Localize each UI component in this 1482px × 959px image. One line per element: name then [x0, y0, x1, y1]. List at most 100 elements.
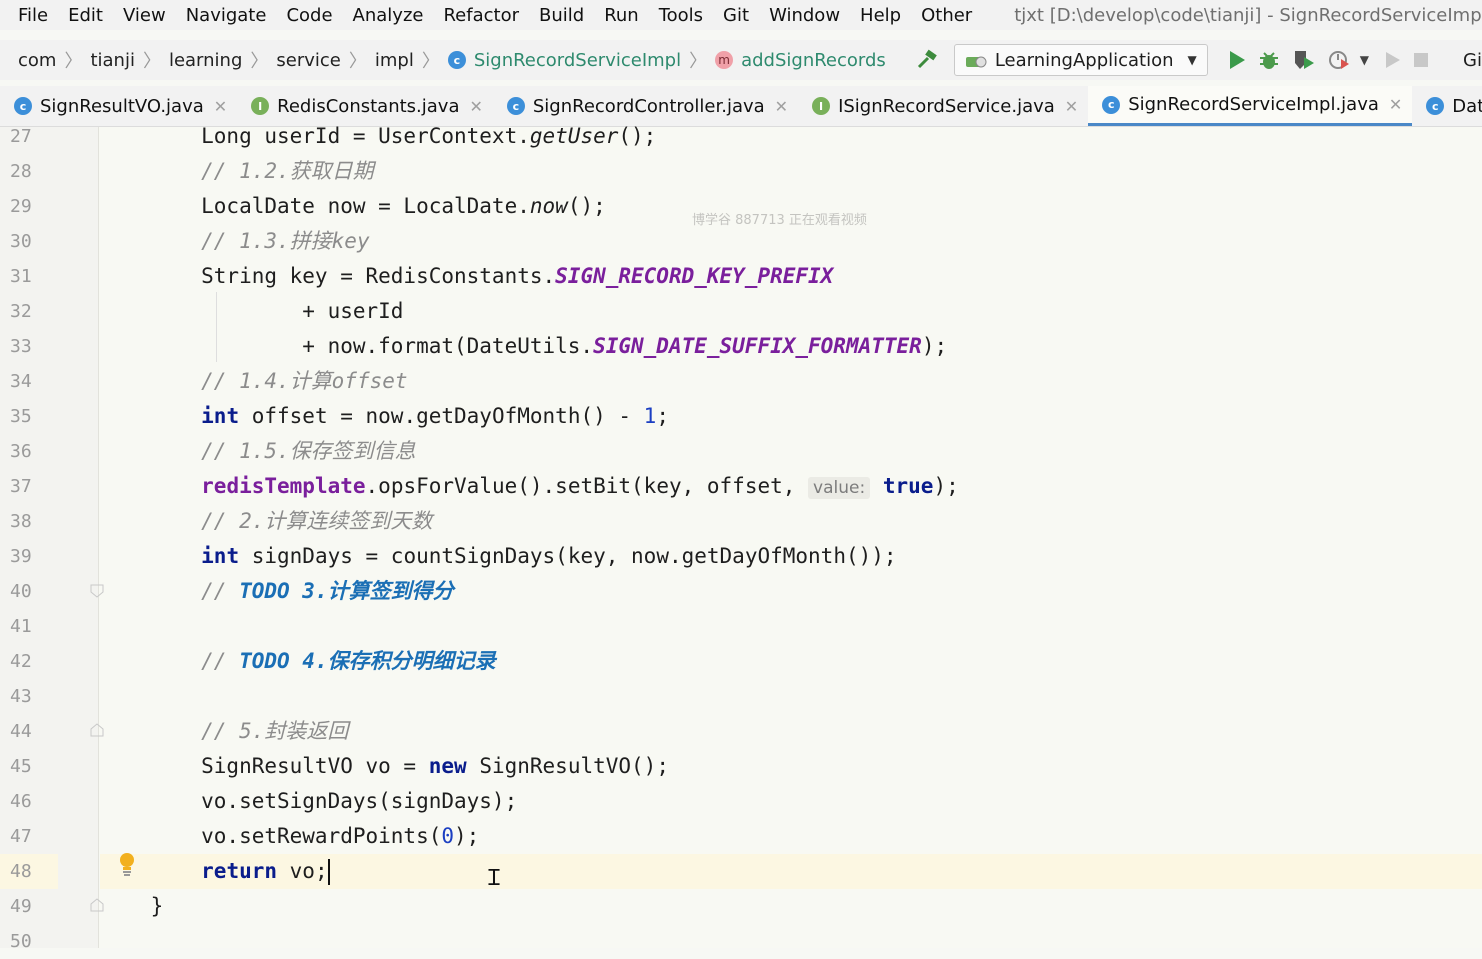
menu-tools[interactable]: Tools [649, 5, 713, 26]
code-line-36[interactable]: // 1.5.保存签到信息 [100, 434, 1482, 469]
code-line-47[interactable]: vo.setRewardPoints(0); [100, 819, 1482, 854]
breadcrumb-item-com[interactable]: com [8, 50, 56, 71]
spring-boot-icon [965, 51, 987, 69]
menu-other[interactable]: Other [911, 5, 982, 26]
code-line-42[interactable]: // TODO 4.保存积分明细记录 [100, 644, 1482, 679]
menu-run[interactable]: Run [594, 5, 649, 26]
breadcrumb: com 〉 tianji 〉 learning 〉 service 〉 impl… [0, 47, 886, 73]
close-icon[interactable]: ✕ [775, 97, 788, 116]
code-line-38[interactable]: // 2.计算连续签到天数 [100, 504, 1482, 539]
line-number-gutter[interactable]: 27 28 29 30 31 32 33 34 35 36 37 38 39 4… [0, 126, 99, 952]
close-icon[interactable]: ✕ [214, 97, 227, 116]
debug-icon[interactable] [1258, 46, 1280, 74]
menu-help[interactable]: Help [850, 5, 911, 26]
build-hammer-icon[interactable] [916, 46, 938, 74]
close-icon[interactable]: ✕ [1389, 95, 1402, 114]
code-line-44[interactable]: // 5.封装返回 [100, 714, 1482, 749]
line-number: 35 [10, 406, 32, 427]
class-icon: c [1102, 95, 1121, 114]
breadcrumb-item-learning[interactable]: learning [169, 50, 242, 71]
code-line-41[interactable] [100, 609, 1482, 644]
line-number: 37 [10, 476, 32, 497]
git-label[interactable]: Git: [1463, 50, 1482, 71]
menu-view[interactable]: View [113, 5, 176, 26]
coverage-icon[interactable] [1292, 46, 1316, 74]
class-icon: c [447, 51, 466, 69]
line-number: 36 [10, 441, 32, 462]
tab-label: RedisConstants.java [277, 95, 460, 117]
menu-build[interactable]: Build [529, 5, 594, 26]
code-line-40[interactable]: // TODO 3.计算签到得分 [100, 574, 1482, 609]
menu-code[interactable]: Code [276, 5, 342, 26]
line-number: 28 [10, 161, 32, 182]
code-line-37[interactable]: redisTemplate.opsForValue().setBit(key, … [100, 469, 1482, 504]
code-line-31[interactable]: String key = RedisConstants.SIGN_RECORD_… [100, 259, 1482, 294]
code-line-35[interactable]: int offset = now.getDayOfMonth() - 1; [100, 399, 1482, 434]
code-line-32[interactable]: + userId [100, 294, 1482, 329]
lightbulb-icon[interactable] [118, 852, 136, 878]
code-line-48-current[interactable]: return vo; [100, 854, 1482, 889]
code-line-43[interactable] [100, 679, 1482, 714]
breadcrumb-item-class[interactable]: SignRecordServiceImpl [474, 50, 681, 71]
line-number: 32 [10, 301, 32, 322]
code-line-27[interactable]: Long userId = UserContext.getUser(); [100, 119, 1482, 154]
line-number: 42 [10, 651, 32, 672]
class-icon: c [14, 97, 32, 115]
breadcrumb-item-service[interactable]: service [276, 50, 340, 71]
interface-icon: I [251, 97, 270, 115]
close-icon[interactable]: ✕ [469, 97, 482, 116]
tab-label: SignRecordServiceImpl.java [1128, 94, 1379, 115]
breadcrumb-item-method[interactable]: addSignRecords [741, 50, 886, 71]
menu-analyze[interactable]: Analyze [343, 5, 434, 26]
method-icon: m [715, 51, 734, 69]
line-number: 29 [10, 196, 32, 217]
line-number: 50 [10, 931, 32, 952]
menu-file[interactable]: File [0, 5, 58, 26]
line-number: 33 [10, 336, 32, 357]
line-number: 27 [10, 126, 32, 147]
run-configuration-selector[interactable]: LearningApplication ▼ [953, 44, 1208, 76]
chevron-right-icon: 〉 [250, 51, 269, 72]
close-icon[interactable]: ✕ [1065, 97, 1078, 116]
code-line-49[interactable]: } [100, 889, 1482, 924]
tab-label: ISignRecordService.java [838, 95, 1055, 117]
text-caret [327, 859, 330, 885]
code-line-50[interactable] [100, 924, 1482, 959]
profiler-icon[interactable] [1328, 46, 1354, 74]
menu-refactor[interactable]: Refactor [433, 5, 529, 26]
class-icon: c [1426, 97, 1445, 115]
run-icon[interactable] [1228, 46, 1246, 74]
code-line-39[interactable]: int signDays = countSignDays(key, now.ge… [100, 539, 1482, 574]
chevron-right-icon: 〉 [64, 51, 83, 72]
code-line-45[interactable]: SignResultVO vo = new SignResultVO(); [100, 749, 1482, 784]
mouse-ibeam-cursor-icon: Ｉ [483, 866, 506, 891]
breadcrumb-item-impl[interactable]: impl [375, 50, 414, 71]
line-number: 40 [10, 581, 32, 602]
menu-window[interactable]: Window [759, 5, 850, 26]
line-number: 31 [10, 266, 32, 287]
code-line-30[interactable]: // 1.3.拼接key [100, 224, 1482, 259]
menu-git[interactable]: Git [713, 5, 759, 26]
code-line-34[interactable]: // 1.4.计算offset [100, 364, 1482, 399]
code-line-28[interactable]: // 1.2.获取日期 [100, 154, 1482, 189]
tab-label: SignResultVO.java [40, 95, 204, 117]
tab-label: DateUtils.jav [1452, 95, 1482, 117]
code-editor[interactable]: 27 28 29 30 31 32 33 34 35 36 37 38 39 4… [0, 124, 1482, 952]
line-number: 38 [10, 511, 32, 532]
menu-edit[interactable]: Edit [58, 5, 113, 26]
run-configuration-label: LearningApplication [994, 49, 1174, 71]
line-number: 44 [10, 721, 32, 742]
code-line-46[interactable]: vo.setSignDays(signDays); [100, 784, 1482, 819]
code-line-33[interactable]: + now.format(DateUtils.SIGN_DATE_SUFFIX_… [100, 329, 1482, 364]
line-number: 45 [10, 756, 32, 777]
run-disabled-icon [1385, 46, 1401, 74]
menu-navigate[interactable]: Navigate [176, 5, 277, 26]
line-number: 49 [10, 896, 32, 917]
line-number: 46 [10, 791, 32, 812]
menu-bar: File Edit View Navigate Code Analyze Ref… [0, 0, 1482, 30]
window-title: tjxt [D:\develop\code\tianji] - SignReco… [1014, 4, 1482, 26]
chevron-down-icon[interactable]: ▼ [1360, 53, 1369, 67]
code-line-29[interactable]: LocalDate now = LocalDate.now(); [100, 189, 1482, 224]
breadcrumb-item-tianji[interactable]: tianji [90, 50, 135, 71]
class-icon: c [506, 97, 525, 115]
